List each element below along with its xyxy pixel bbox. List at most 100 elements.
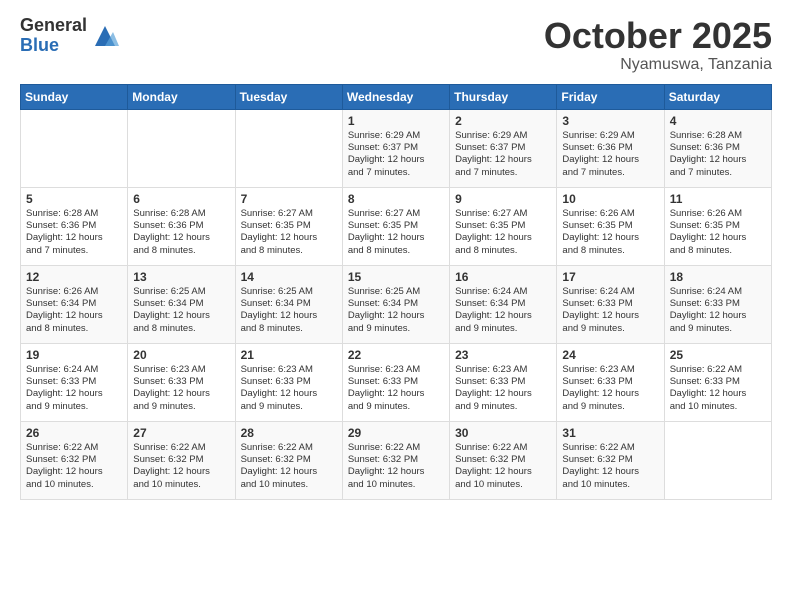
daylight-text: and 7 minutes.: [455, 167, 551, 179]
sunset-text: Sunset: 6:32 PM: [455, 454, 551, 466]
sunset-text: Sunset: 6:34 PM: [241, 298, 337, 310]
sunset-text: Sunset: 6:33 PM: [348, 376, 444, 388]
day-number: 9: [455, 192, 551, 206]
daylight-text: and 8 minutes.: [455, 245, 551, 257]
sunrise-text: Sunrise: 6:22 AM: [241, 442, 337, 454]
daylight-text: Daylight: 12 hours: [455, 310, 551, 322]
calendar-cell: 8Sunrise: 6:27 AMSunset: 6:35 PMDaylight…: [342, 187, 449, 265]
sunrise-text: Sunrise: 6:26 AM: [562, 208, 658, 220]
sunrise-text: Sunrise: 6:22 AM: [348, 442, 444, 454]
weekday-header: Wednesday: [342, 84, 449, 109]
daylight-text: Daylight: 12 hours: [241, 310, 337, 322]
daylight-text: Daylight: 12 hours: [26, 310, 122, 322]
sunset-text: Sunset: 6:33 PM: [241, 376, 337, 388]
sunset-text: Sunset: 6:36 PM: [133, 220, 229, 232]
daylight-text: Daylight: 12 hours: [562, 466, 658, 478]
daylight-text: Daylight: 12 hours: [241, 232, 337, 244]
calendar-cell: 13Sunrise: 6:25 AMSunset: 6:34 PMDayligh…: [128, 265, 235, 343]
daylight-text: and 8 minutes.: [562, 245, 658, 257]
daylight-text: and 9 minutes.: [26, 401, 122, 413]
sunrise-text: Sunrise: 6:27 AM: [455, 208, 551, 220]
day-number: 17: [562, 270, 658, 284]
calendar-cell: 19Sunrise: 6:24 AMSunset: 6:33 PMDayligh…: [21, 343, 128, 421]
sunset-text: Sunset: 6:35 PM: [241, 220, 337, 232]
day-number: 24: [562, 348, 658, 362]
calendar-week-row: 19Sunrise: 6:24 AMSunset: 6:33 PMDayligh…: [21, 343, 772, 421]
daylight-text: and 9 minutes.: [670, 323, 766, 335]
sunset-text: Sunset: 6:34 PM: [348, 298, 444, 310]
sunrise-text: Sunrise: 6:24 AM: [562, 286, 658, 298]
daylight-text: and 8 minutes.: [348, 245, 444, 257]
daylight-text: and 9 minutes.: [455, 323, 551, 335]
daylight-text: Daylight: 12 hours: [670, 154, 766, 166]
day-number: 7: [241, 192, 337, 206]
weekday-header: Friday: [557, 84, 664, 109]
calendar-cell: 18Sunrise: 6:24 AMSunset: 6:33 PMDayligh…: [664, 265, 771, 343]
weekday-header: Thursday: [450, 84, 557, 109]
daylight-text: and 8 minutes.: [133, 323, 229, 335]
sunrise-text: Sunrise: 6:25 AM: [241, 286, 337, 298]
sunrise-text: Sunrise: 6:26 AM: [670, 208, 766, 220]
daylight-text: Daylight: 12 hours: [455, 232, 551, 244]
sunset-text: Sunset: 6:33 PM: [562, 376, 658, 388]
daylight-text: Daylight: 12 hours: [133, 388, 229, 400]
day-number: 2: [455, 114, 551, 128]
sunset-text: Sunset: 6:36 PM: [670, 142, 766, 154]
calendar-cell: 12Sunrise: 6:26 AMSunset: 6:34 PMDayligh…: [21, 265, 128, 343]
sunset-text: Sunset: 6:37 PM: [348, 142, 444, 154]
month-title: October 2025: [544, 16, 772, 56]
daylight-text: Daylight: 12 hours: [241, 388, 337, 400]
day-number: 8: [348, 192, 444, 206]
sunset-text: Sunset: 6:34 PM: [133, 298, 229, 310]
sunset-text: Sunset: 6:35 PM: [348, 220, 444, 232]
daylight-text: Daylight: 12 hours: [348, 466, 444, 478]
sunset-text: Sunset: 6:37 PM: [455, 142, 551, 154]
calendar-cell: 26Sunrise: 6:22 AMSunset: 6:32 PMDayligh…: [21, 421, 128, 499]
weekday-header: Saturday: [664, 84, 771, 109]
daylight-text: and 9 minutes.: [562, 401, 658, 413]
calendar-cell: 10Sunrise: 6:26 AMSunset: 6:35 PMDayligh…: [557, 187, 664, 265]
calendar-cell: 9Sunrise: 6:27 AMSunset: 6:35 PMDaylight…: [450, 187, 557, 265]
day-number: 12: [26, 270, 122, 284]
logo-icon: [91, 22, 119, 50]
calendar-cell: 27Sunrise: 6:22 AMSunset: 6:32 PMDayligh…: [128, 421, 235, 499]
day-number: 30: [455, 426, 551, 440]
sunrise-text: Sunrise: 6:23 AM: [348, 364, 444, 376]
sunrise-text: Sunrise: 6:23 AM: [562, 364, 658, 376]
day-number: 31: [562, 426, 658, 440]
sunrise-text: Sunrise: 6:27 AM: [241, 208, 337, 220]
day-number: 20: [133, 348, 229, 362]
daylight-text: and 10 minutes.: [133, 479, 229, 491]
calendar-week-row: 26Sunrise: 6:22 AMSunset: 6:32 PMDayligh…: [21, 421, 772, 499]
daylight-text: and 8 minutes.: [26, 323, 122, 335]
calendar-cell: [21, 109, 128, 187]
day-number: 14: [241, 270, 337, 284]
day-number: 18: [670, 270, 766, 284]
calendar-cell: 22Sunrise: 6:23 AMSunset: 6:33 PMDayligh…: [342, 343, 449, 421]
location-subtitle: Nyamuswa, Tanzania: [544, 56, 772, 74]
day-number: 28: [241, 426, 337, 440]
day-number: 16: [455, 270, 551, 284]
calendar-cell: 6Sunrise: 6:28 AMSunset: 6:36 PMDaylight…: [128, 187, 235, 265]
calendar-cell: [664, 421, 771, 499]
sunrise-text: Sunrise: 6:22 AM: [670, 364, 766, 376]
day-number: 25: [670, 348, 766, 362]
sunrise-text: Sunrise: 6:22 AM: [133, 442, 229, 454]
daylight-text: Daylight: 12 hours: [670, 388, 766, 400]
sunset-text: Sunset: 6:36 PM: [562, 142, 658, 154]
calendar-cell: 31Sunrise: 6:22 AMSunset: 6:32 PMDayligh…: [557, 421, 664, 499]
day-number: 27: [133, 426, 229, 440]
calendar-cell: 4Sunrise: 6:28 AMSunset: 6:36 PMDaylight…: [664, 109, 771, 187]
sunset-text: Sunset: 6:33 PM: [133, 376, 229, 388]
sunrise-text: Sunrise: 6:25 AM: [348, 286, 444, 298]
daylight-text: Daylight: 12 hours: [241, 466, 337, 478]
sunset-text: Sunset: 6:32 PM: [348, 454, 444, 466]
daylight-text: and 10 minutes.: [670, 401, 766, 413]
day-number: 29: [348, 426, 444, 440]
calendar-cell: 21Sunrise: 6:23 AMSunset: 6:33 PMDayligh…: [235, 343, 342, 421]
sunset-text: Sunset: 6:32 PM: [241, 454, 337, 466]
daylight-text: Daylight: 12 hours: [670, 232, 766, 244]
daylight-text: and 9 minutes.: [348, 323, 444, 335]
daylight-text: and 7 minutes.: [670, 167, 766, 179]
daylight-text: Daylight: 12 hours: [562, 388, 658, 400]
